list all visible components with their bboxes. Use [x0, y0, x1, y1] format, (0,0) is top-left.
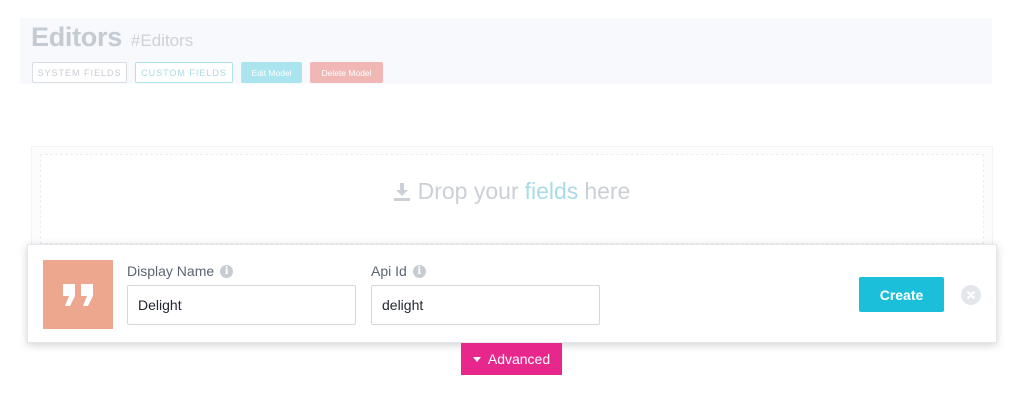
info-icon[interactable]: i — [412, 264, 426, 278]
quote-icon — [43, 260, 113, 329]
page-title: Editors — [31, 22, 122, 52]
edit-model-button[interactable]: Edit Model — [241, 62, 302, 83]
download-icon — [393, 182, 410, 201]
dropzone-text-suffix: here — [584, 178, 631, 204]
delete-model-button[interactable]: Delete Model — [310, 62, 383, 83]
dropzone-text-highlight: fields — [524, 178, 579, 204]
dropzone-text-prefix: Drop your — [417, 178, 519, 204]
api-id-label-text: Api Id — [371, 263, 407, 279]
info-icon[interactable]: i — [220, 264, 234, 278]
system-fields-button[interactable]: SYSTEM FIELDS — [32, 62, 127, 83]
model-api-id: #Editors — [130, 31, 194, 50]
display-name-input[interactable]: Delight — [127, 285, 356, 325]
api-id-input[interactable]: delight — [371, 285, 600, 325]
custom-fields-button[interactable]: CUSTOM FIELDS — [135, 62, 233, 83]
display-name-label-text: Display Name — [127, 263, 215, 279]
dropzone-text: Drop your fields here — [0, 178, 1024, 205]
create-button[interactable]: Create — [859, 277, 944, 312]
advanced-button[interactable]: Advanced — [461, 343, 562, 375]
new-field-card: Display Name i Delight Api Id i delight … — [27, 244, 997, 343]
caret-down-icon — [472, 356, 481, 362]
model-header: Editors #Editors SYSTEM FIELDS CUSTOM FI… — [20, 18, 992, 84]
close-icon[interactable] — [961, 285, 981, 305]
advanced-label: Advanced — [487, 351, 551, 367]
display-name-label: Display Name i — [127, 263, 234, 279]
api-id-label: Api Id i — [371, 263, 426, 279]
header-button-row: SYSTEM FIELDS CUSTOM FIELDS Edit Model D… — [32, 62, 383, 83]
title-row: Editors #Editors — [31, 22, 193, 53]
